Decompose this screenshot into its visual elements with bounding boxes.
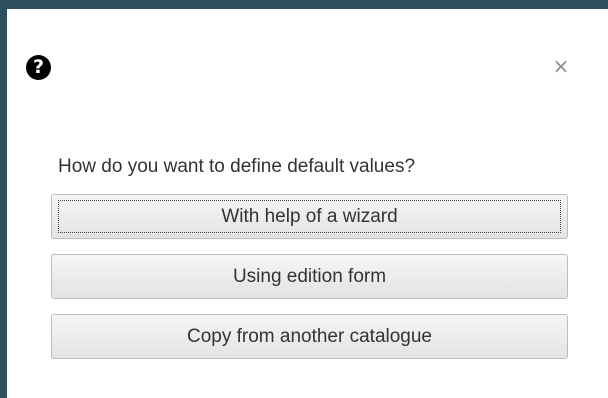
close-icon[interactable]: × bbox=[551, 55, 571, 77]
default-values-dialog: ? × How do you want to define default va… bbox=[7, 9, 608, 398]
edition-form-button[interactable]: Using edition form bbox=[51, 254, 568, 299]
dialog-prompt: How do you want to define default values… bbox=[58, 156, 416, 177]
wizard-button[interactable]: With help of a wizard bbox=[51, 194, 568, 239]
copy-from-catalogue-button[interactable]: Copy from another catalogue bbox=[51, 314, 568, 359]
question-circle-icon[interactable]: ? bbox=[26, 55, 51, 80]
